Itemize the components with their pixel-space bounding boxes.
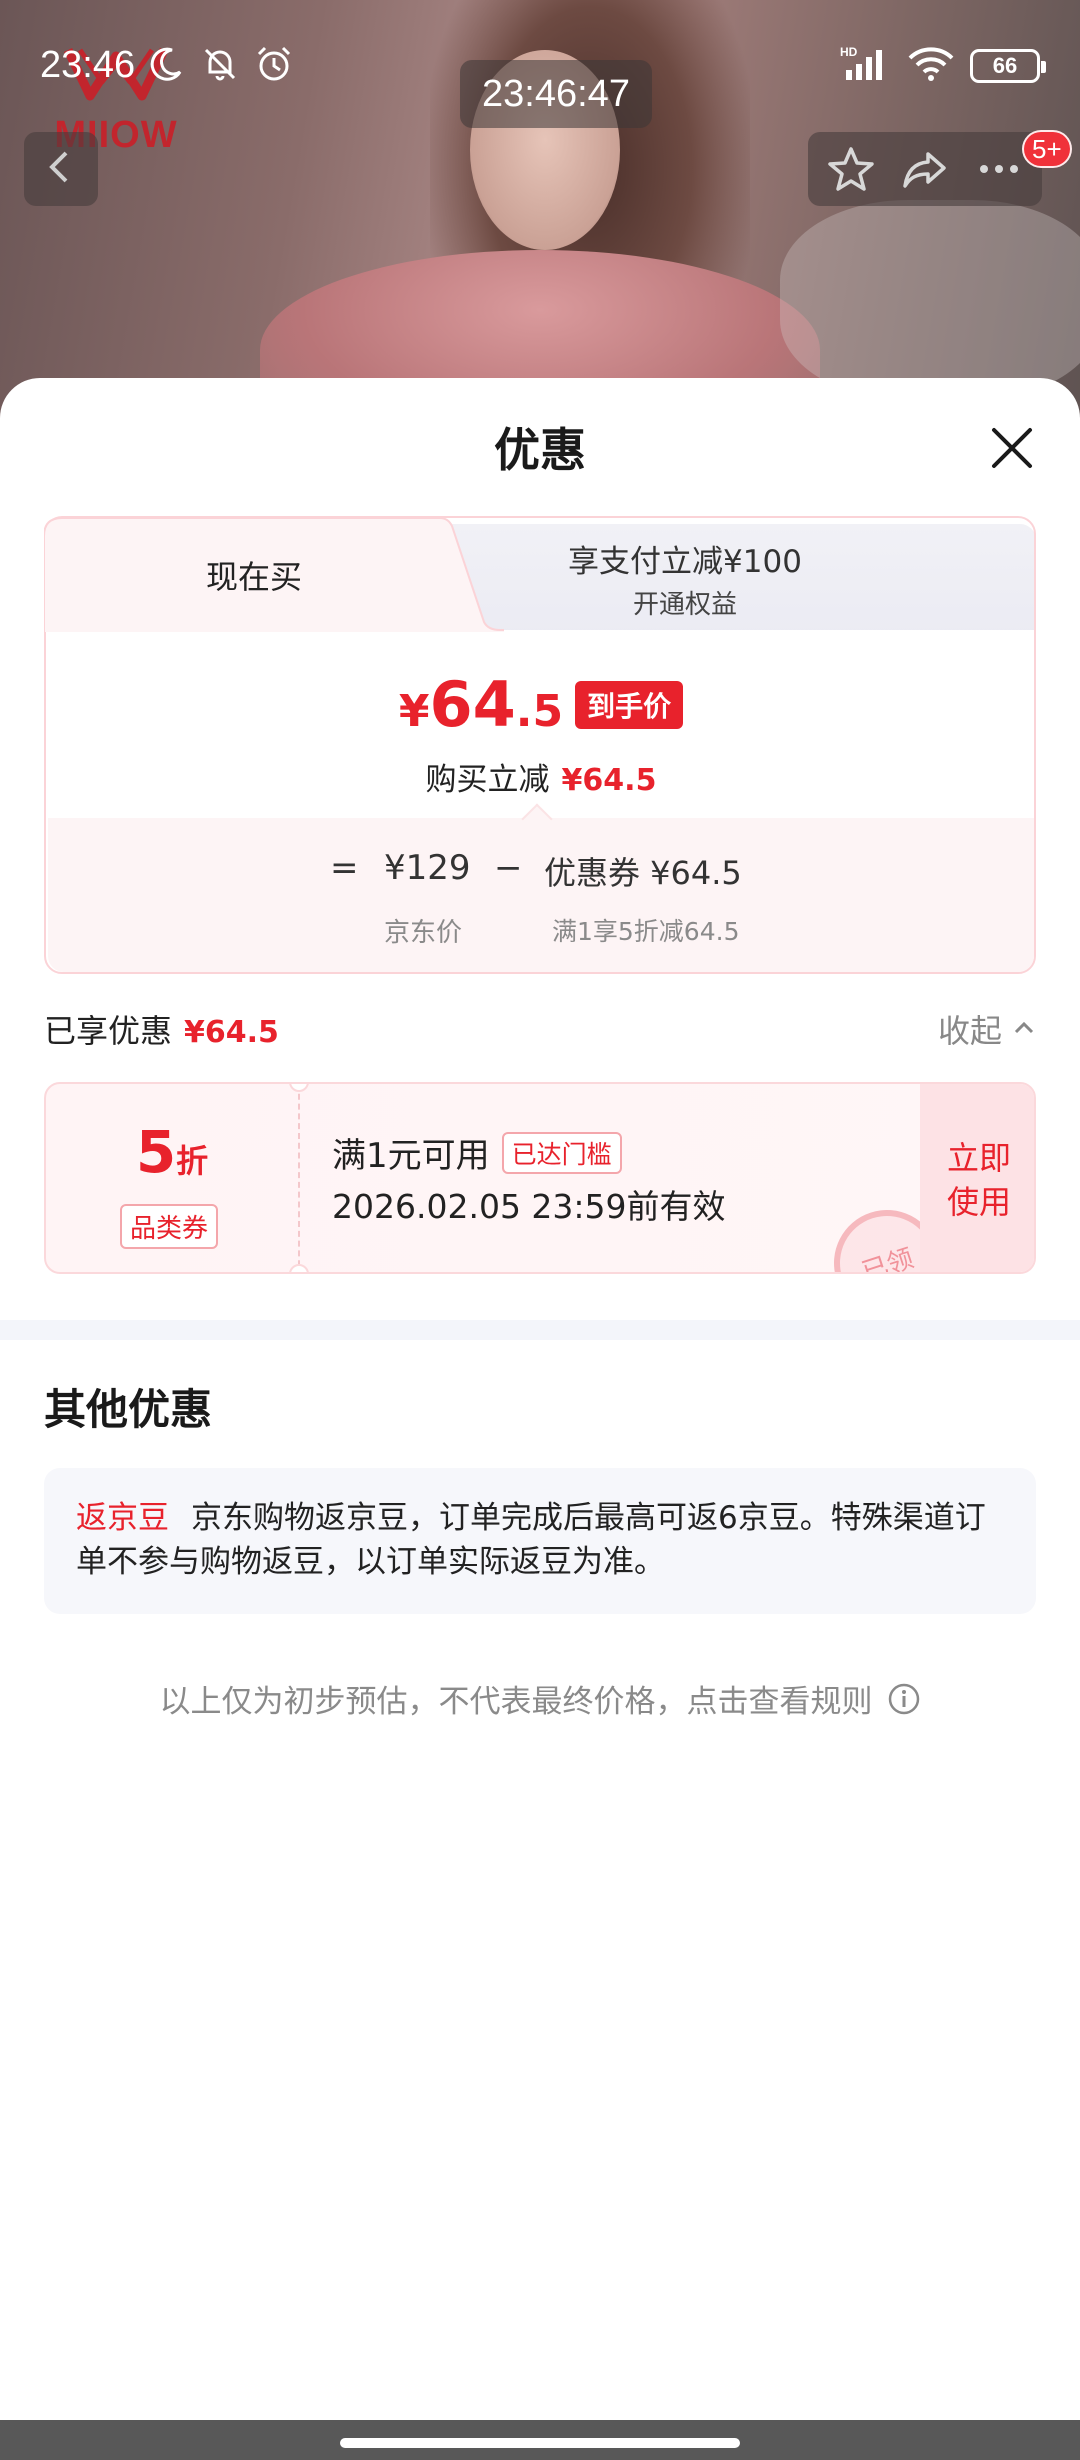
header-actions [808, 132, 1042, 206]
home-indicator[interactable] [340, 2438, 740, 2448]
coupon-discount: 5折 [46, 1118, 298, 1186]
price-decimal: .5 [515, 686, 564, 737]
formula-equals: = [330, 848, 359, 888]
info-icon [887, 1682, 921, 1716]
price-formula-panel: = ¥129 − 优惠券 ¥64.5 京东价 满1享5折减64.5 [48, 818, 1034, 972]
deal-card: 享支付立减¥100 开通权益 ¥ 64 .5 到手价 购买立减 ¥64.5 = ¥… [44, 516, 1036, 974]
coupon-type: 品类券 [120, 1204, 219, 1249]
coupon-rule: 满1享5折减64.5 [552, 917, 740, 946]
threshold-reached-tag: 已达门槛 [501, 1131, 622, 1174]
use-now-label: 立即 使用 [946, 1139, 1011, 1221]
back-button[interactable] [24, 132, 98, 206]
status-icons-right: HD 66 [840, 44, 1046, 88]
price-integer: 64 [429, 668, 516, 741]
coupon-expiry: 2026.02.05 23:59前有效 [332, 1187, 726, 1226]
wifi-icon [906, 44, 956, 88]
instant-reduce: 购买立减 ¥64.5 [48, 754, 1034, 799]
coupon-divider [298, 1084, 300, 1272]
coupon-value: 优惠券 ¥64.5 [544, 854, 742, 892]
enjoyed-discount-amount: ¥64.5 [184, 1015, 279, 1050]
jd-bean-rebate: 返京豆 京东购物返京豆，订单完成后最高可返6京豆。特殊渠道订单不参与购物返豆，以订… [44, 1468, 1036, 1614]
battery-indicator: 66 [970, 49, 1046, 83]
share-icon[interactable] [895, 139, 955, 199]
collapse-button[interactable]: 收起 [938, 1006, 1036, 1052]
close-icon [982, 428, 1042, 482]
message-badge: 5+ [1022, 130, 1072, 168]
section-divider [0, 1320, 1080, 1340]
instant-reduce-amount: ¥64.5 [561, 763, 657, 798]
other-discounts-title: 其他优惠 [44, 1385, 213, 1434]
formula-minus: − [494, 848, 523, 888]
screen-clock: 23:46:47 [460, 60, 652, 128]
moon-icon [146, 44, 186, 84]
coupon-discount-number: 5 [135, 1118, 177, 1186]
tab-buy-now-label: 现在买 [205, 558, 302, 596]
collapse-label: 收起 [938, 1012, 1003, 1050]
jd-bean-tag: 返京豆 [76, 1500, 169, 1536]
coupon-condition: 满1元可用 已达门槛 [332, 1128, 622, 1177]
status-icons-left [146, 44, 294, 84]
final-price-tag: 到手价 [575, 681, 684, 729]
price-panel: ¥ 64 .5 到手价 购买立减 ¥64.5 [48, 630, 1034, 818]
enjoyed-discount-label: 已享优惠 [44, 1012, 173, 1050]
jd-bean-text: 京东购物返京豆，订单完成后最高可返6京豆。特殊渠道订单不参与购物返豆，以订单实际… [76, 1500, 986, 1580]
deal-card-body: ¥ 64 .5 到手价 购买立减 ¥64.5 = ¥129 − 优惠券 ¥64.5… [44, 516, 1036, 974]
rules-link[interactable]: 以上仅为初步预估，不代表最终价格，点击查看规则 [0, 1676, 1080, 1721]
instant-reduce-label: 购买立减 [425, 762, 550, 798]
discount-sheet: 优惠 享支付立减¥100 开通权益 ¥ 64 .5 到手价 购买立减¥64.5 [0, 378, 1080, 2420]
disclaimer-text: 以上仅为初步预估，不代表最终价格，点击查看规则 [159, 1684, 873, 1720]
alarm-icon [254, 44, 294, 84]
final-price: ¥ 64 .5 到手价 [48, 668, 1034, 741]
chevron-up-icon [1012, 1010, 1036, 1048]
jd-price-label: 京东价 [384, 918, 463, 948]
star-icon[interactable] [821, 139, 881, 199]
back-icon [41, 147, 81, 191]
tab-buy-now[interactable]: 现在买 [44, 516, 504, 632]
signal-icon: HD [840, 44, 892, 88]
price-currency: ¥ [398, 686, 430, 737]
status-time: 23:46 [40, 44, 136, 86]
use-now-button[interactable]: 立即 使用 [920, 1084, 1034, 1272]
network-label: HD [840, 45, 858, 59]
enjoyed-discount: 已享优惠 ¥64.5 [44, 1006, 279, 1052]
jd-price: ¥129 [384, 848, 471, 888]
coupon-condition-text: 满1元可用 [332, 1136, 490, 1176]
close-button[interactable] [982, 418, 1042, 478]
sheet-title: 优惠 [494, 423, 586, 477]
bell-off-icon [200, 44, 240, 84]
more-icon[interactable] [969, 139, 1029, 199]
coupon-discount-unit: 折 [176, 1142, 209, 1180]
coupon-card: 5折 品类券 满1元可用 已达门槛 2026.02.05 23:59前有效 已领… [44, 1082, 1036, 1274]
